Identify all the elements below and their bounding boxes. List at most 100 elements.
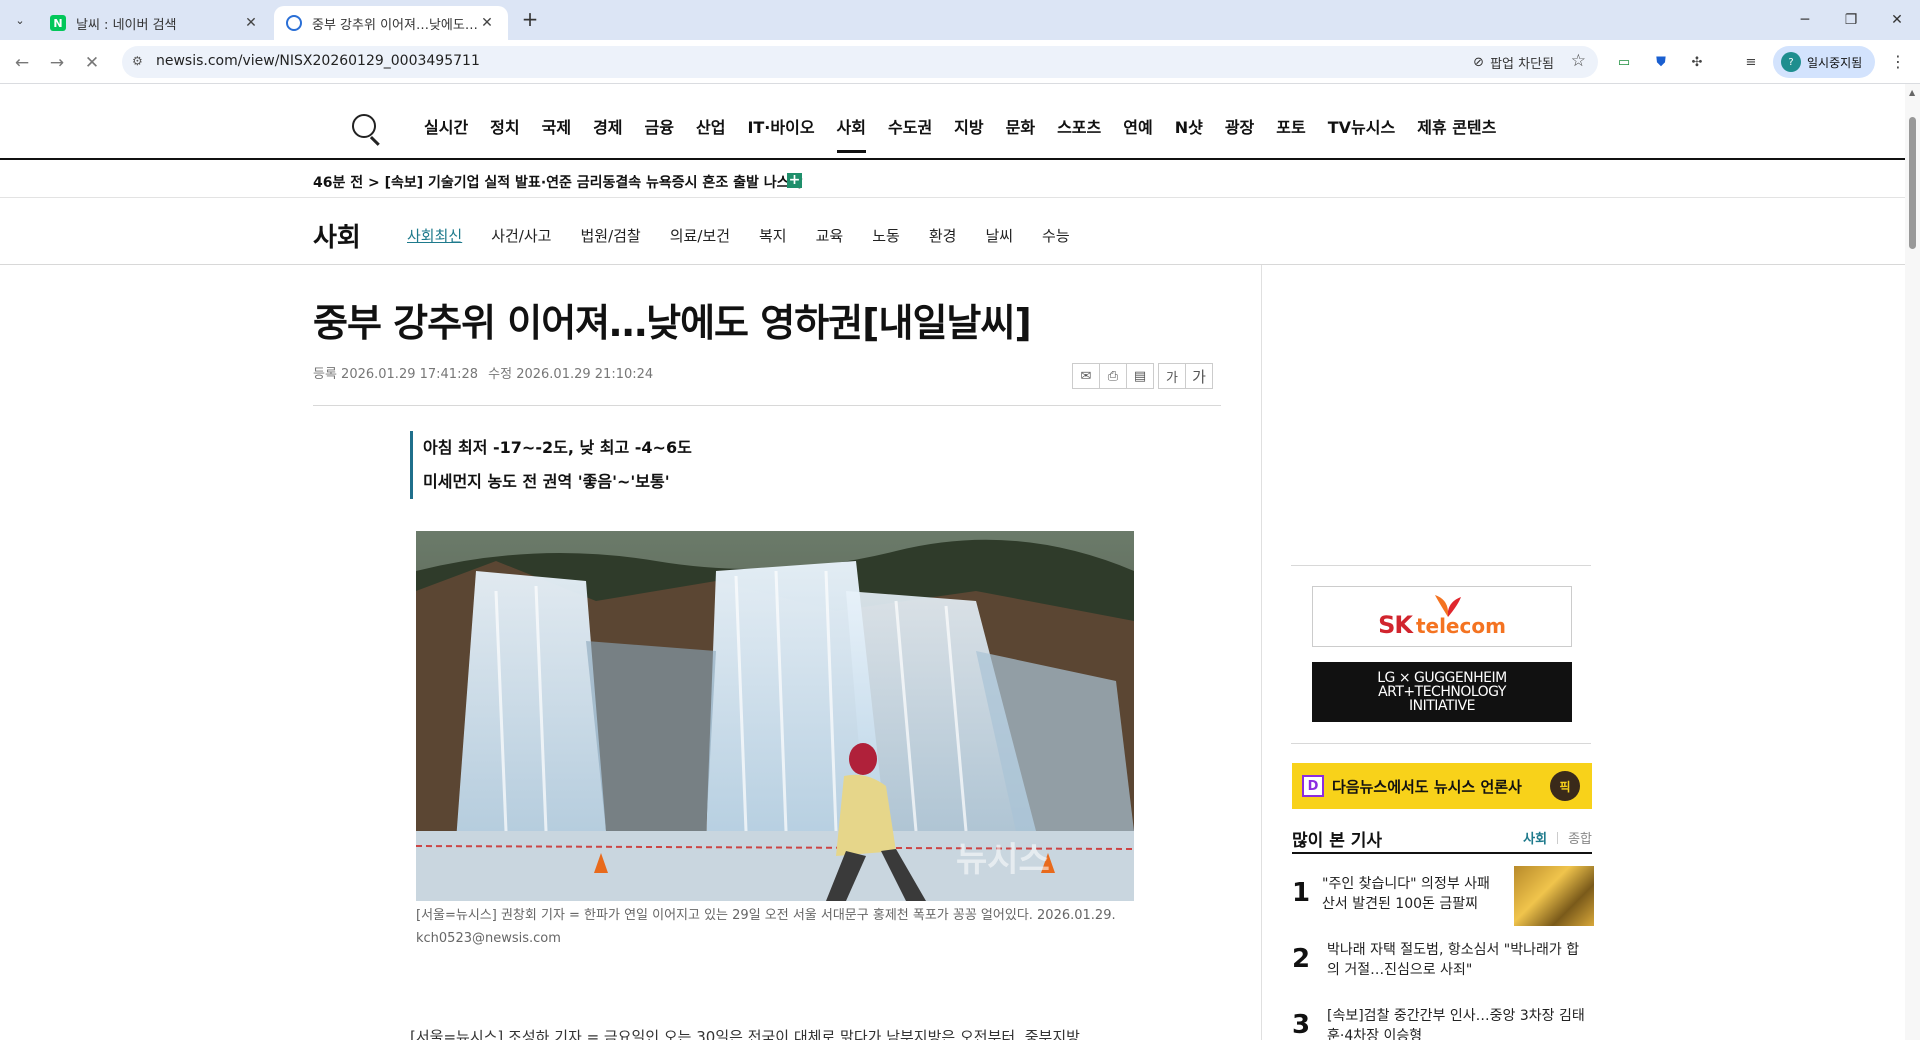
gold-bracelet-thumbnail[interactable]: [1514, 866, 1594, 926]
popular-list: 1 "주인 찾습니다" 의정부 사패산서 발견된 100돈 금팔찌 2 박나래 …: [1292, 866, 1594, 1040]
tab-close-icon[interactable]: ✕: [242, 15, 260, 31]
font-decrease-button[interactable]: 가: [1158, 363, 1186, 389]
popup-blocked-icon: ⊘: [1473, 55, 1485, 70]
popular-headline[interactable]: [속보]검찰 중간간부 인사…중앙 3차장 김태훈·4차장 이승형: [1327, 1006, 1587, 1040]
section-sub-item[interactable]: 복지: [759, 225, 787, 246]
gnb-item[interactable]: 실시간: [413, 116, 479, 146]
daum-logo-icon: D: [1302, 775, 1324, 797]
article-summary: 아침 최저 -17~-2도, 낮 최고 -4~6도 미세먼지 농도 전 권역 '…: [410, 431, 692, 499]
tab-search-button[interactable]: ⌄: [8, 9, 32, 31]
modified-date: 수정 2026.01.29 21:10:24: [488, 367, 654, 382]
gnb-item[interactable]: 광장: [1214, 116, 1265, 146]
gnb-item[interactable]: TV뉴시스: [1317, 116, 1406, 146]
article-title: 중부 강추위 이어져…낮에도 영하권[내일날씨]: [313, 301, 1032, 345]
scroll-up-arrow-icon[interactable]: ▲: [1909, 88, 1915, 97]
gnb-item[interactable]: 스포츠: [1046, 116, 1112, 146]
list-item[interactable]: 2 박나래 자택 절도범, 항소심서 "박나래가 합의 거절…진심으로 사죄": [1292, 932, 1592, 998]
sk-telecom-ad[interactable]: SK telecom: [1312, 586, 1572, 647]
media-control-icon[interactable]: ≡: [1741, 52, 1761, 72]
lg-ad-line: INITIATIVE: [1408, 698, 1476, 714]
bookmark-star-icon[interactable]: ☆: [1571, 51, 1586, 71]
extension-shield-icon[interactable]: ⛊: [1651, 52, 1671, 72]
section-sub-menu: 사회최신 사건/사고 법원/검찰 의료/보건 복지 교육 노동 환경 날씨 수능: [407, 225, 1099, 246]
gnb-item[interactable]: 지방: [943, 116, 994, 146]
gnb-item[interactable]: 금융: [634, 116, 685, 146]
popular-title: 많이 본 기사: [1292, 831, 1383, 851]
gnb-item[interactable]: 수도권: [877, 116, 943, 146]
sidebar-divider: [1291, 743, 1591, 744]
ticker-headline[interactable]: 46분 전 > [속보] 기술기업 실적 발표·연준 금리동결속 뉴욕증시 혼조…: [313, 172, 802, 192]
gnb-item[interactable]: 제휴 콘텐츠: [1406, 116, 1507, 146]
column-divider: [1261, 265, 1262, 1040]
close-window-button[interactable]: ✕: [1874, 0, 1920, 40]
profile-button[interactable]: ? 일시중지됨: [1773, 46, 1875, 78]
font-increase-button[interactable]: 가: [1185, 363, 1213, 389]
tab-close-icon[interactable]: ✕: [478, 15, 496, 31]
section-sub-item[interactable]: 수능: [1042, 225, 1070, 246]
rank-number: 2: [1292, 944, 1311, 974]
article-photo[interactable]: 뉴시스: [416, 531, 1134, 901]
gnb-item[interactable]: 산업: [685, 116, 736, 146]
site-info-icon[interactable]: ⚙: [132, 54, 148, 70]
tab-title: 날씨 : 네이버 검색: [76, 17, 177, 33]
web-page: 실시간 정치 국제 경제 금융 산업 IT·바이오 사회 수도권 지방 문화 스포츠 연예 N샷 광장 포토 T…: [0, 84, 1905, 1040]
rank-number: 3: [1292, 1010, 1311, 1040]
section-sub-item[interactable]: 환경: [929, 225, 957, 246]
popup-blocked-indicator[interactable]: ⊘ 팝업 차단됨: [1473, 53, 1554, 72]
gnb-item[interactable]: 정치: [479, 116, 530, 146]
section-sub-item[interactable]: 날씨: [985, 225, 1013, 246]
gnb-item[interactable]: 연예: [1112, 116, 1163, 146]
ticker-more-button[interactable]: +: [787, 173, 802, 188]
email-share-button[interactable]: ✉: [1072, 363, 1100, 389]
gnb-item[interactable]: 문화: [995, 116, 1046, 146]
article-tools: ✉ ⎙ ▤ 가 가: [1072, 363, 1213, 389]
page-scrollbar[interactable]: ▲: [1905, 84, 1920, 1040]
gnb-item[interactable]: IT·바이오: [736, 116, 825, 146]
section-title[interactable]: 사회: [313, 217, 361, 254]
browser-tab-naver[interactable]: N 날씨 : 네이버 검색 ✕: [38, 6, 272, 40]
lg-ad-line: ART+TECHNOLOGY: [1378, 684, 1506, 700]
browser-tab-newsis[interactable]: 중부 강추위 이어져…낮에도 영하권[내일날씨] ✕: [274, 6, 508, 40]
popular-headline[interactable]: 박나래 자택 절도범, 항소심서 "박나래가 합의 거절…진심으로 사죄": [1327, 940, 1587, 980]
popular-headline[interactable]: "주인 찾습니다" 의정부 사패산서 발견된 100돈 금팔찌: [1322, 874, 1502, 914]
registered-date: 등록 2026.01.29 17:41:28: [313, 367, 479, 382]
stop-loading-button[interactable]: ✕: [79, 50, 105, 76]
back-button[interactable]: ←: [9, 50, 35, 76]
extension-screen-icon[interactable]: ▭: [1614, 52, 1634, 72]
article-dates: 등록 2026.01.29 17:41:28 수정 2026.01.29 21:…: [313, 363, 659, 382]
section-sub-item[interactable]: 사회최신: [407, 225, 462, 246]
tab-society[interactable]: 사회: [1523, 828, 1547, 847]
search-icon[interactable]: [352, 114, 382, 146]
list-item[interactable]: 1 "주인 찾습니다" 의정부 사패산서 발견된 100돈 금팔찌: [1292, 866, 1594, 932]
gnb-menu: 실시간 정치 국제 경제 금융 산업 IT·바이오 사회 수도권 지방 문화 스포츠 연예 N샷 광장 포토 T…: [413, 116, 1507, 153]
section-sub-item[interactable]: 사건/사고: [491, 225, 551, 246]
url-text[interactable]: newsis.com/view/NISX20260129_0003495711: [156, 53, 480, 69]
pdf-button[interactable]: ▤: [1126, 363, 1154, 389]
gnb-item[interactable]: 포토: [1265, 116, 1316, 146]
section-sub-item[interactable]: 교육: [816, 225, 844, 246]
tab-overall[interactable]: 종합: [1568, 828, 1592, 847]
lg-guggenheim-ad[interactable]: LG × GUGGENHEIM ART+TECHNOLOGY INITIATIV…: [1312, 662, 1572, 722]
extensions-puzzle-icon[interactable]: ✣: [1687, 52, 1707, 72]
print-button[interactable]: ⎙: [1099, 363, 1127, 389]
browser-menu-icon[interactable]: ⋮: [1890, 52, 1906, 71]
section-sub-item[interactable]: 노동: [872, 225, 900, 246]
list-item[interactable]: 3 [속보]검찰 중간간부 인사…중앙 3차장 김태훈·4차장 이승형: [1292, 998, 1592, 1040]
minimize-button[interactable]: ─: [1782, 0, 1828, 40]
gnb-item[interactable]: 경제: [582, 116, 633, 146]
global-nav: 실시간 정치 국제 경제 금융 산업 IT·바이오 사회 수도권 지방 문화 스포츠 연예 N샷 광장 포토 T…: [0, 84, 1905, 160]
gnb-item[interactable]: N샷: [1164, 116, 1214, 146]
summary-line: 미세먼지 농도 전 권역 '좋음'~'보통': [423, 472, 670, 491]
restore-button[interactable]: ❐: [1828, 0, 1874, 40]
daum-news-banner[interactable]: D 다음뉴스에서도 뉴시스 언론사 픽: [1292, 763, 1592, 809]
gnb-item[interactable]: 사회: [826, 116, 877, 153]
sk-brand-text: SK: [1378, 610, 1413, 639]
address-bar[interactable]: ⚙ newsis.com/view/NISX20260129_000349571…: [122, 46, 1598, 78]
browser-tab-strip: ⌄ N 날씨 : 네이버 검색 ✕ 중부 강추위 이어져…낮에도 영하권[내일날…: [0, 0, 1920, 40]
scroll-thumb[interactable]: [1909, 117, 1916, 249]
forward-button[interactable]: →: [44, 50, 70, 76]
gnb-item[interactable]: 국제: [531, 116, 582, 146]
section-sub-item[interactable]: 법원/검찰: [580, 225, 640, 246]
new-tab-button[interactable]: +: [518, 9, 542, 31]
section-sub-item[interactable]: 의료/보건: [670, 225, 730, 246]
